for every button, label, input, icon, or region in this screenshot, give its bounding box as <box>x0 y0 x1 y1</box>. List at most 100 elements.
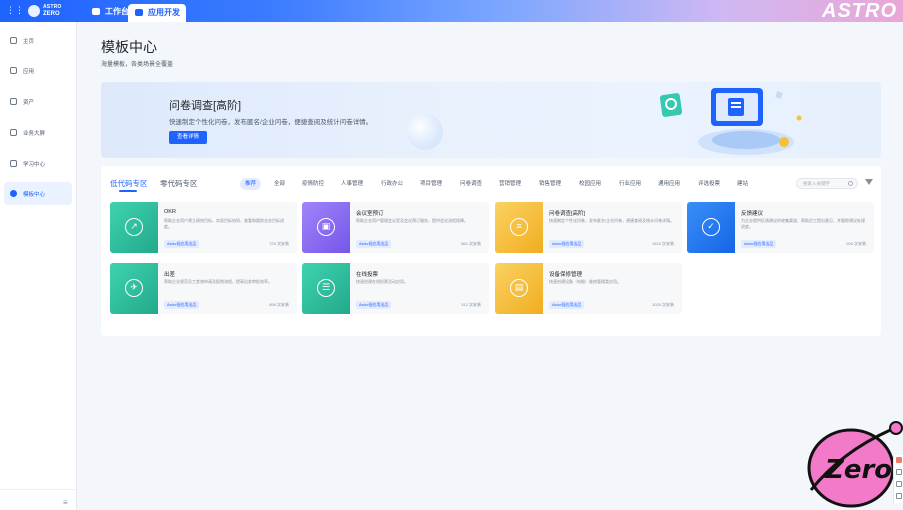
category-general[interactable]: 通用应用 <box>653 178 685 190</box>
card-tag: Astro低应用出品 <box>356 240 392 248</box>
help-icon[interactable] <box>896 481 902 487</box>
card-description: 帮助企业规范员工差旅申请及报销流程，提高出差审批效率。 <box>164 279 272 284</box>
card-install-count: 312 次安装 <box>461 302 481 307</box>
card-install-count: 860 次安装 <box>461 241 481 246</box>
template-card-okr[interactable]: ↗ OKR 帮助企业用户建立绩效目标，实现目标协同，查看和跟踪业务目标进度。 A… <box>110 202 297 253</box>
category-sales[interactable]: 销售管理 <box>534 178 566 190</box>
asset-icon <box>10 98 17 105</box>
plane-icon: ✈ <box>125 279 143 297</box>
category-marketing[interactable]: 营销管理 <box>494 178 526 190</box>
workbench-icon <box>92 8 100 15</box>
card-install-count: 1025 次安装 <box>651 302 674 307</box>
page-title: 模板中心 <box>101 39 157 55</box>
sidebar-item-asset[interactable]: 资产 <box>4 90 72 113</box>
sidebar-item-label: 主页 <box>23 39 35 45</box>
sidebar-item-learning[interactable]: 学习中心 <box>4 152 72 175</box>
view-details-button[interactable]: 查看详情 <box>169 131 207 144</box>
feedback-icon: ✓ <box>702 218 720 236</box>
message-icon[interactable] <box>896 469 902 475</box>
card-thumbnail: ☰ <box>302 263 350 314</box>
active-tab-indicator <box>119 190 137 192</box>
sidebar-item-home[interactable]: 主页 <box>4 29 72 52</box>
card-description: 帮助企业用户建立绩效目标，实现目标协同，查看和跟踪业务目标进度。 <box>164 218 284 229</box>
category-epidemic[interactable]: 疫情防控 <box>297 178 329 190</box>
banner-illustration <box>659 88 802 155</box>
card-description: 快速创建设备（电脑）维修管理类应用。 <box>549 279 621 284</box>
card-thumbnail: ✈ <box>110 263 158 314</box>
clipboard-icon: ≡ <box>510 218 528 236</box>
category-campus[interactable]: 校园应用 <box>574 178 606 190</box>
decorative-bubble <box>407 114 443 150</box>
astro-zero-logo[interactable]: ASTRO ZERO <box>28 3 62 19</box>
card-thumbnail: ▣ <box>302 202 350 253</box>
card-install-count: 898 次安装 <box>269 302 289 307</box>
category-hr[interactable]: 人事管理 <box>336 178 368 190</box>
tab-app-development[interactable]: 应用开发 <box>128 4 186 22</box>
card-title: OKR <box>164 209 176 215</box>
category-office[interactable]: 行政办公 <box>376 178 408 190</box>
category-project[interactable]: 项目管理 <box>415 178 447 190</box>
card-tag: Astro低应用出品 <box>549 301 585 309</box>
template-search-input[interactable]: 搜索入关键字 <box>796 178 858 189</box>
presentation-icon: ▣ <box>317 218 335 236</box>
search-icon[interactable] <box>848 181 853 186</box>
template-card-device-repair[interactable]: ▤ 设备保修管理 快速创建设备（电脑）维修管理类应用。 Astro低应用出品 1… <box>495 263 682 314</box>
dashboard-icon <box>10 129 17 136</box>
app-icon <box>10 67 17 74</box>
card-title: 设备保修管理 <box>549 272 583 278</box>
template-card-meeting-room[interactable]: ▣ 会议室预订 帮助企业用户管理会议室及会议预订服务，提供会议流程保障。 Ast… <box>302 202 489 253</box>
featured-banner: 问卷调查[高阶] 快速制定个性化问卷，发布匿名/企业问卷，便捷查阅及统计问卷详情… <box>101 82 881 158</box>
card-tag: Astro低应用出品 <box>741 240 777 248</box>
sidebar-item-dashboard[interactable]: 业务大屏 <box>4 121 72 144</box>
card-tag: Astro低应用出品 <box>164 301 200 309</box>
category-website[interactable]: 建站 <box>732 178 753 190</box>
template-icon <box>10 190 17 197</box>
card-title: 在线投票 <box>356 272 379 278</box>
tab-low-code[interactable]: 低代码专区 <box>110 178 148 189</box>
banner-title: 问卷调查[高阶] <box>169 100 242 112</box>
card-thumbnail: ▤ <box>495 263 543 314</box>
template-card-feedback[interactable]: ✓ 反馈建议 为企业提供反馈建议的收集渠道，帮助员工提出意见，并跟踪建议处理进度… <box>687 202 874 253</box>
card-title: 出差 <box>164 272 176 278</box>
document-icon[interactable] <box>896 493 902 499</box>
card-description: 快速创建在线投票活动应用。 <box>356 279 408 284</box>
logo-text-bottom: ZERO <box>43 11 60 17</box>
filter-icon[interactable] <box>865 179 873 185</box>
sidebar: 主页 应用 资产 业务大屏 学习中心 模板中心 ≡ <box>0 22 77 510</box>
device-icon: ▤ <box>510 279 528 297</box>
card-title: 问卷调查[高阶] <box>549 211 586 217</box>
card-description: 快速制定个性化问卷，发布匿名/企业问卷，便捷查阅及统计问卷详情。 <box>549 218 675 223</box>
vote-icon: ☰ <box>317 279 335 297</box>
svg-text:Zero: Zero <box>824 455 892 485</box>
card-install-count: 729 次安装 <box>269 241 289 246</box>
page-subtitle: 海量模板，各类场景全覆盖 <box>101 62 174 68</box>
sidebar-item-app[interactable]: 应用 <box>4 59 72 82</box>
card-description: 帮助企业用户管理会议室及会议预订服务，提供会议流程保障。 <box>356 218 468 223</box>
category-voting[interactable]: 评选投票 <box>693 178 725 190</box>
notification-icon[interactable] <box>896 457 902 463</box>
tab-workbench-label: 工作台 <box>105 7 129 16</box>
category-recommended[interactable]: 推荐 <box>240 178 262 190</box>
search-placeholder: 搜索入关键字 <box>803 181 830 186</box>
sidebar-item-template[interactable]: 模板中心 <box>4 182 72 205</box>
app-grid-icon[interactable]: ⋮⋮ <box>6 6 24 15</box>
chart-icon: ↗ <box>125 218 143 236</box>
template-panel: 低代码专区 零代码专区 推荐 全部 疫情防控 人事管理 行政办公 项目管理 问卷… <box>101 166 881 336</box>
template-card-online-vote[interactable]: ☰ 在线投票 快速创建在线投票活动应用。 Astro低应用出品 312 次安装 <box>302 263 489 314</box>
card-thumbnail: ✓ <box>687 202 735 253</box>
logo-text-top: ASTRO <box>43 4 62 10</box>
tab-zero-code[interactable]: 零代码专区 <box>160 178 198 189</box>
category-all[interactable]: 全部 <box>269 178 290 190</box>
sidebar-item-label: 资产 <box>23 100 35 106</box>
template-card-survey[interactable]: ≡ 问卷调查[高阶] 快速制定个性化问卷，发布匿名/企业问卷，便捷查阅及统计问卷… <box>495 202 682 253</box>
card-title: 反馈建议 <box>741 211 764 217</box>
astro-brand-logo: ASTRO <box>822 0 897 22</box>
card-title: 会议室预订 <box>356 211 384 217</box>
template-card-business-trip[interactable]: ✈ 出差 帮助企业规范员工差旅申请及报销流程，提高出差审批效率。 Astro低应… <box>110 263 297 314</box>
sidebar-item-label: 应用 <box>23 69 35 75</box>
category-industry[interactable]: 行业应用 <box>614 178 646 190</box>
card-thumbnail: ≡ <box>495 202 543 253</box>
card-install-count: 1615 次安装 <box>651 241 674 246</box>
category-survey[interactable]: 问卷调查 <box>455 178 487 190</box>
collapse-sidebar-icon[interactable]: ≡ <box>63 498 68 507</box>
